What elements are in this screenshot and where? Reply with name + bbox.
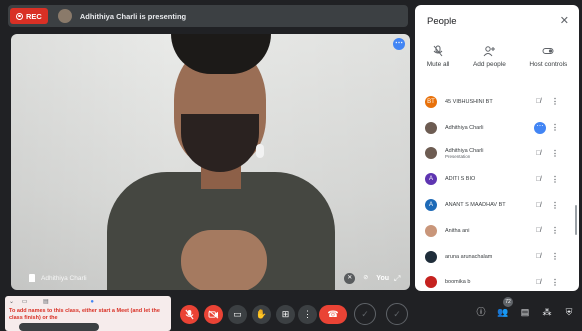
add-people-button[interactable]: Add people [473, 45, 506, 68]
panel-title: People [427, 16, 457, 27]
close-icon[interactable]: ✕ [560, 14, 569, 27]
self-camera-off-icon[interactable]: ⊘ [360, 273, 371, 284]
toggle-icon[interactable]: ● [90, 299, 94, 305]
mic-off-icon[interactable]: 🎙̸ [536, 176, 541, 183]
more-options-icon[interactable]: ⋮ [551, 252, 559, 261]
people-icon[interactable]: 👥 [496, 305, 510, 319]
chevron-down-icon[interactable]: ⌄ [9, 299, 14, 305]
notice-tooltip [19, 323, 99, 331]
chat-icon[interactable]: ▤ [518, 305, 532, 319]
recording-indicator: REC [10, 8, 48, 24]
more-options-icon[interactable]: ⋮ [551, 149, 559, 158]
self-view-controls: ✕ ⊘ You ⤢ [344, 273, 404, 284]
more-options-icon[interactable]: ⋮ [551, 226, 559, 235]
more-options-icon[interactable]: ⋮ [551, 201, 559, 210]
camera-off-button[interactable] [204, 305, 223, 324]
rec-label: REC [26, 11, 42, 21]
present-button[interactable]: ⊞ [276, 305, 295, 324]
record-icon [16, 12, 23, 20]
participant-name: aruna arunachalam [445, 253, 493, 260]
earphone [256, 144, 264, 158]
participant-name: Adhithiya Charli Presentation [445, 148, 525, 159]
mic-off-icon [432, 45, 444, 57]
participant-name: Adhithiya Charli [445, 124, 484, 131]
participant-name: Anitha ani [445, 227, 470, 234]
participant-name: ADITI S BIO [445, 176, 476, 183]
tile-name-tag: Adhithiya Charli [29, 274, 87, 282]
more-options-icon[interactable]: ⋮ [551, 97, 559, 106]
panel-scrollbar[interactable] [575, 205, 577, 235]
avatar [425, 121, 437, 134]
raise-hand-button[interactable]: ✋ [252, 305, 271, 324]
list-item[interactable]: Adhithiya Charli ⋯ ⋮ [415, 115, 571, 141]
list-item[interactable]: Anitha ani 🎙̸ ⋮ [415, 218, 571, 244]
avatar [425, 276, 437, 289]
add-person-icon [483, 45, 496, 57]
expand-icon[interactable]: ⤢ [394, 274, 404, 284]
mic-off-icon[interactable]: 🎙̸ [536, 253, 541, 260]
participant-name: ANANT S MAADHAV BT [445, 202, 506, 209]
tile-more-options-icon[interactable]: ⋯ [393, 38, 405, 50]
toggle-icon [542, 45, 554, 57]
avatar: A [425, 199, 437, 212]
meeting-controls-bar: ⌄ ▭ ▤ ● To add names to this class, eith… [0, 296, 582, 331]
list-item[interactable]: A ADITI S BIO 🎙̸ ⋮ [415, 166, 571, 192]
mute-all-button[interactable]: Mute all [427, 45, 450, 68]
mic-off-icon[interactable]: 🎙̸ [536, 227, 541, 234]
activities-icon[interactable]: ⁂ [540, 305, 554, 319]
participant-name: 45 VIBHUSHINI BT [445, 98, 493, 105]
main-video-tile[interactable]: ⋯ Adhithiya Charli ✕ ⊘ You ⤢ [11, 34, 410, 290]
participant-list: BT 45 VIBHUSHINI BT 🎙̸ ⋮ Adhithiya Charl… [415, 89, 571, 291]
self-mic-off-icon[interactable]: ✕ [344, 273, 356, 284]
presenting-text: Adhithiya Charli is presenting [79, 11, 187, 21]
people-count-badge: 72 [503, 297, 513, 307]
captions-button[interactable]: ▭ [228, 305, 247, 324]
info-icon[interactable]: ⓘ [474, 305, 488, 319]
list-item[interactable]: A ANANT S MAADHAV BT 🎙̸ ⋮ [415, 192, 571, 218]
avatar [425, 250, 437, 263]
presenting-banner: REC Adhithiya Charli is presenting [8, 5, 408, 27]
list-item[interactable]: boomika b 🎙̸ ⋮ [415, 270, 571, 291]
more-options-icon[interactable]: ⋮ [551, 278, 559, 287]
panel-actions: Mute all Add people Host controls [415, 45, 579, 68]
host-controls-icon[interactable]: ⛨ [562, 305, 576, 319]
presenter-avatar [57, 9, 72, 23]
reaction-button-1[interactable]: ✓ [354, 303, 376, 325]
edit-icon[interactable]: ▭ [22, 299, 28, 305]
list-item[interactable]: Adhithiya Charli Presentation 🎙̸ ⋮ [415, 141, 571, 167]
more-options-icon[interactable]: ⋮ [551, 175, 559, 184]
participant-subtitle: Presentation [445, 153, 471, 159]
mic-off-button[interactable] [180, 305, 199, 324]
mic-off-icon[interactable]: 🎙̸ [536, 279, 541, 286]
attendance-notice: ⌄ ▭ ▤ ● To add names to this class, eith… [5, 296, 171, 331]
avatar [425, 147, 437, 160]
more-options-button[interactable]: ⋮ [298, 305, 317, 324]
avatar [425, 224, 437, 237]
pin-icon[interactable] [29, 274, 35, 282]
mic-off-icon[interactable]: 🎙̸ [536, 202, 541, 209]
participant-name: boomika b [445, 279, 471, 286]
leave-call-button[interactable]: ☎ [319, 305, 347, 324]
more-options-icon[interactable]: ⋮ [551, 123, 559, 132]
tile-name: Adhithiya Charli [41, 274, 87, 282]
mic-off-icon[interactable]: 🎙̸ [536, 150, 541, 157]
speaking-indicator-icon: ⋯ [534, 121, 546, 134]
list-item[interactable]: BT 45 VIBHUSHINI BT 🎙̸ ⋮ [415, 89, 571, 115]
list-item[interactable]: aruna arunachalam 🎙̸ ⋮ [415, 244, 571, 270]
avatar: BT [425, 95, 437, 108]
notice-toolbar: ⌄ ▭ ▤ ● [9, 298, 94, 305]
reaction-button-2[interactable]: ✓ [386, 303, 408, 325]
note-icon[interactable]: ▤ [43, 299, 49, 305]
host-controls-button[interactable]: Host controls [529, 45, 567, 68]
mic-off-icon[interactable]: 🎙̸ [536, 98, 541, 105]
self-label: You [376, 275, 389, 282]
notice-text: To add names to this class, either start… [9, 308, 160, 321]
avatar: A [425, 173, 437, 186]
people-panel: People ✕ Mute all Add people Host contro… [415, 5, 579, 291]
